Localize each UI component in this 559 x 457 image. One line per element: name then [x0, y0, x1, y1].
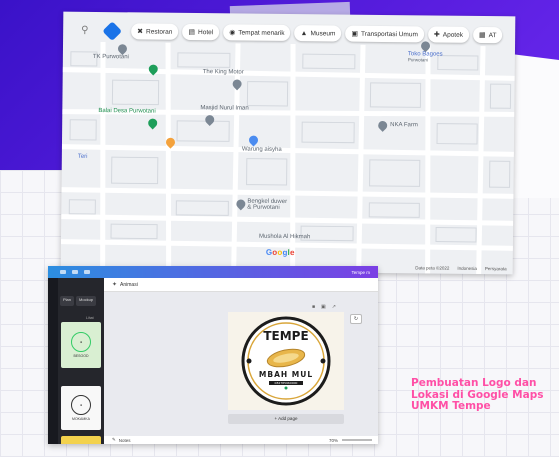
map-footer: Data peta ©2022 Indonesia Persyarata — [415, 265, 506, 271]
canva-toolbar: ✦ Animasi — [104, 278, 378, 292]
museum-icon: ▲ — [300, 29, 308, 37]
animate-button[interactable]: Animasi — [120, 282, 138, 288]
refresh-icon[interactable]: ↻ — [350, 314, 362, 324]
canva-top-icons — [48, 270, 90, 274]
canva-bottombar: ✎ Notes 70% — [104, 436, 378, 444]
the-king-motor-label[interactable]: The King Motor — [203, 69, 244, 75]
nka-farm-label[interactable]: NKA Farm — [390, 122, 418, 128]
animate-icon[interactable]: ✦ — [112, 281, 117, 288]
panel-tabs: Plan Mockup — [60, 296, 102, 306]
balai-desa-label[interactable]: Balai Desa Purwotani — [98, 108, 155, 115]
undo-icon[interactable] — [72, 270, 78, 274]
canva-left-rail — [48, 278, 58, 444]
fork-knife-icon: ✖ — [137, 28, 144, 36]
caption-line-1: Pembuatan Logo dan — [411, 377, 537, 389]
logo-title: TEMPE — [263, 329, 308, 343]
panel-see-all[interactable]: Lihat — [86, 316, 94, 320]
logo-tagline: 082785960000 — [275, 381, 298, 385]
mushola-label[interactable]: Mushola Al Hikmah — [259, 234, 310, 241]
chip-hotel[interactable]: ▤ Hotel — [182, 23, 220, 41]
map-terms-link[interactable]: Persyarata — [485, 266, 507, 271]
home-icon[interactable] — [60, 270, 66, 274]
chip-tempat-menarik[interactable]: ◉ Tempat menarik — [223, 24, 291, 42]
map-category-bar: ⚲ ✖ Restoran ▤ Hotel ◉ Tempat menarik ▲ Muse… — [63, 20, 515, 47]
design-page[interactable]: TEMPE MBAH MUL 082785960000 — [228, 312, 344, 410]
template-thumbnail[interactable]: ● MOKAMKA — [61, 386, 101, 430]
template-thumbnail[interactable] — [61, 436, 101, 444]
bus-icon: ▣ — [351, 30, 359, 38]
masjid-label[interactable]: Masjid Nurul Iman — [200, 105, 248, 112]
notes-icon[interactable]: ✎ — [112, 437, 116, 443]
pharmacy-icon: ✚ — [433, 31, 440, 39]
share-icon[interactable]: ↗ — [332, 304, 336, 310]
map-country-link[interactable]: Indonesia — [457, 266, 477, 271]
caption-line-3: UMKM Tempe — [411, 400, 491, 412]
redo-icon[interactable] — [84, 270, 90, 274]
canva-editor-screenshot: Tempe m Plan Mockup Lihat ● BESOOD ● MOK… — [48, 266, 378, 444]
map-data-credit: Data peta ©2022 — [415, 265, 450, 271]
camera-icon: ◉ — [229, 29, 236, 37]
search-icon[interactable]: ⚲ — [81, 25, 93, 37]
chip-apotek[interactable]: ✚ Apotek — [427, 26, 470, 43]
zoom-slider[interactable] — [342, 439, 372, 441]
toko-bagoes-sublabel: Purwotani — [407, 57, 428, 63]
add-page-button[interactable]: + Add page — [228, 414, 344, 424]
duplicate-icon[interactable]: ▣ — [321, 304, 326, 310]
canva-side-panel: Plan Mockup Lihat ● BESOOD ● MOKAMKA — [58, 278, 104, 444]
chip-atm[interactable]: ▦ AT — [472, 26, 503, 44]
chip-restoran[interactable]: ✖ Restoran — [131, 23, 179, 40]
chip-transportasi[interactable]: ▣ Transportasi Umum — [345, 25, 424, 43]
canva-topbar: Tempe m — [48, 266, 378, 278]
lock-icon[interactable]: ■ — [312, 304, 315, 310]
thumb-logo-icon: ● — [71, 332, 91, 352]
tempe-logo: TEMPE MBAH MUL 082785960000 — [241, 316, 331, 406]
logo-name: MBAH MUL — [259, 370, 313, 379]
canva-workspace: ■ ▣ ↗ ↻ TEMPE MBAH MUL 082785960000 + Ad… — [104, 292, 378, 436]
notes-button[interactable]: Notes — [119, 438, 131, 443]
zoom-level[interactable]: 70% — [329, 438, 338, 443]
caption: Pembuatan Logo dan Lokasi di Google Maps… — [411, 377, 559, 413]
google-maps-screenshot: ⚲ ✖ Restoran ▤ Hotel ◉ Tempat menarik ▲ Muse… — [60, 11, 516, 275]
google-logo: Google — [265, 247, 295, 258]
design-title[interactable]: Tempe m — [351, 270, 370, 275]
tk-purwotani-label[interactable]: TK Purwotani — [93, 54, 129, 60]
bed-icon: ▤ — [188, 28, 196, 37]
thumb-logo-icon: ● — [71, 395, 91, 415]
teri-label[interactable]: Teri — [78, 154, 88, 160]
panel-tab-plan[interactable]: Plan — [60, 296, 75, 306]
warung-label[interactable]: Warung aisyha — [242, 147, 282, 153]
chip-museum[interactable]: ▲ Museum — [294, 25, 342, 42]
atm-icon: ▦ — [478, 31, 486, 40]
page-actions: ■ ▣ ↗ — [312, 304, 336, 310]
template-thumbnail[interactable]: ● BESOOD — [61, 322, 101, 368]
bengkel-sublabel: & Purwotani — [247, 204, 280, 211]
directions-icon[interactable] — [102, 21, 123, 42]
panel-tab-mockup[interactable]: Mockup — [76, 296, 97, 306]
